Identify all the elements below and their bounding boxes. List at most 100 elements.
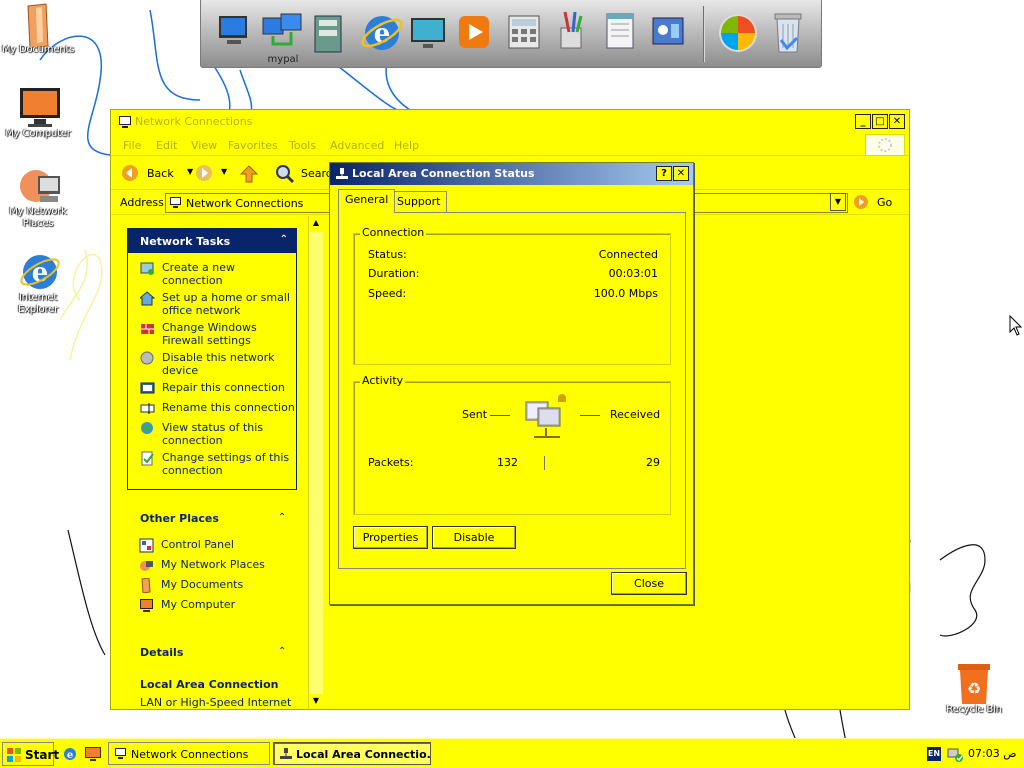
quick-launch-ie[interactable]: e <box>62 746 78 765</box>
task-pane-scrollbar[interactable]: ▲ ▼ <box>308 216 324 710</box>
clock[interactable]: 07:03 ص <box>968 747 1017 760</box>
menu-favorites[interactable]: Favorites <box>228 139 278 152</box>
dock-item-internet-explorer[interactable]: e <box>359 10 403 56</box>
tab-general[interactable]: General <box>338 189 396 213</box>
notepad-icon <box>606 13 634 49</box>
dock-item-recycle-bin[interactable] <box>767 10 811 56</box>
dock-item-folders[interactable] <box>309 10 353 56</box>
speed-value: 100.0 Mbps <box>593 287 658 300</box>
collapse-icon[interactable]: ⌃ <box>278 512 286 523</box>
taskbar-local-area-connection[interactable]: Local Area Connectio... <box>273 742 431 765</box>
task-home-network[interactable]: Set up a home or small office network <box>140 291 296 321</box>
task-change-settings[interactable]: Change settings of this connection <box>140 451 296 481</box>
desktop-icon-my-documents[interactable]: My Documents <box>0 2 76 56</box>
menu-view[interactable]: View <box>191 139 217 152</box>
close-button[interactable]: ✕ <box>889 114 905 129</box>
address-dropdown-button[interactable]: ▼ <box>830 193 846 211</box>
computer-icon <box>219 16 247 44</box>
forward-button[interactable]: ▼ <box>195 164 231 184</box>
details-header[interactable]: Details <box>140 646 183 659</box>
explorer-titlebar[interactable]: Network Connections _ □ ✕ <box>111 110 909 134</box>
dock-item-mypal[interactable]: mypal <box>261 10 305 65</box>
other-places-header[interactable]: Other Places <box>140 512 219 525</box>
place-my-network-places[interactable]: My Network Places <box>139 558 265 578</box>
dock-item-paint[interactable] <box>551 10 595 56</box>
repair-icon <box>140 382 155 394</box>
back-button[interactable]: Back ▼ <box>121 164 193 184</box>
dock-item-media-player[interactable] <box>455 10 499 56</box>
rename-icon <box>140 403 155 414</box>
speed-label: Speed: <box>368 287 407 300</box>
folder-icon <box>141 578 151 593</box>
close-dialog-button[interactable]: Close <box>611 572 687 595</box>
task-firewall[interactable]: Change Windows Firewall settings <box>140 321 296 351</box>
network-connection-icon <box>336 168 348 179</box>
task-view-status[interactable]: View status of this connection <box>140 421 296 451</box>
sent-label: Sent <box>462 408 488 421</box>
maximize-button[interactable]: □ <box>872 114 888 129</box>
place-my-computer[interactable]: My Computer <box>139 598 265 618</box>
ie-icon: e <box>64 748 76 761</box>
menu-help[interactable]: Help <box>394 139 419 152</box>
desktop-icon-internet-explorer[interactable]: e Internet Explorer <box>0 250 76 316</box>
taskbar-network-connections[interactable]: Network Connections <box>108 742 270 765</box>
dialog-close-button[interactable]: ✕ <box>673 166 689 181</box>
task-create-connection[interactable]: Create a new connection <box>140 261 296 291</box>
svg-text:♻: ♻ <box>967 679 981 698</box>
tab-support[interactable]: Support <box>390 191 448 212</box>
received-line <box>580 415 600 416</box>
desktop-icon-recycle-bin[interactable]: ♻ Recycle Bin <box>936 662 1012 716</box>
firewall-icon <box>141 324 154 334</box>
menu-file[interactable]: File <box>123 139 141 152</box>
properties-button[interactable]: Properties <box>353 526 428 549</box>
network-computers-icon <box>262 13 302 46</box>
duration-label: Duration: <box>368 267 420 280</box>
dock-item-computer[interactable] <box>213 10 257 56</box>
start-button[interactable]: Start <box>2 742 59 766</box>
windows-logo-icon <box>7 748 21 762</box>
task-repair-connection[interactable]: Repair this connection <box>140 381 296 401</box>
help-button[interactable]: ? <box>656 166 672 181</box>
control-panel-icon <box>139 538 154 553</box>
language-indicator[interactable]: EN <box>927 747 941 761</box>
calculator-icon <box>508 15 540 49</box>
search-button[interactable]: Searc <box>275 164 335 184</box>
dock-item-windows[interactable] <box>715 10 759 56</box>
task-rename-connection[interactable]: Rename this connection <box>140 401 296 421</box>
dock-item-notepad[interactable] <box>599 10 643 56</box>
scroll-up-icon[interactable]: ▲ <box>309 216 323 230</box>
details-connection-type: LAN or High-Speed Internet <box>140 696 292 709</box>
status-value: Connected <box>598 248 658 261</box>
desktop-icon-my-network-places[interactable]: My Network Places <box>0 164 76 230</box>
network-tasks-header[interactable]: Network Tasks ⌃ <box>128 229 296 253</box>
dock-item-calculator[interactable] <box>503 10 547 56</box>
menu-tools[interactable]: Tools <box>289 139 316 152</box>
disable-button[interactable]: Disable <box>432 526 516 549</box>
duration-value: 00:03:01 <box>608 267 658 280</box>
dock-item-control-panel[interactable] <box>647 10 691 56</box>
minimize-button[interactable]: _ <box>855 114 871 129</box>
dialog-titlebar[interactable]: Local Area Connection Status ? ✕ <box>330 163 693 185</box>
network-icon <box>18 164 60 204</box>
collapse-icon[interactable]: ⌃ <box>280 234 288 245</box>
tray-network-status[interactable] <box>946 745 964 766</box>
folder-icon <box>18 2 58 49</box>
control-panel-icon <box>652 17 684 45</box>
quick-launch-desktop[interactable] <box>84 746 102 765</box>
dock-item-display[interactable] <box>407 10 451 56</box>
collapse-icon[interactable]: ⌃ <box>278 646 286 657</box>
scroll-down-icon[interactable]: ▼ <box>309 694 323 708</box>
new-connection-icon <box>140 262 154 275</box>
ie-icon: e <box>361 16 403 50</box>
task-disable-device[interactable]: Disable this network device <box>140 351 296 381</box>
scroll-track[interactable] <box>309 232 323 694</box>
menu-edit[interactable]: Edit <box>156 139 177 152</box>
place-my-documents[interactable]: My Documents <box>139 578 265 598</box>
menu-advanced[interactable]: Advanced <box>330 139 384 152</box>
trash-icon <box>774 13 802 53</box>
up-folder-button[interactable] <box>239 164 261 184</box>
network-tasks-panel: Network Tasks ⌃ Create a new connection S… <box>127 228 297 490</box>
place-control-panel[interactable]: Control Panel <box>139 538 265 558</box>
desktop-icon-my-computer[interactable]: My Computer <box>0 86 76 140</box>
network-connection-icon <box>280 748 292 759</box>
